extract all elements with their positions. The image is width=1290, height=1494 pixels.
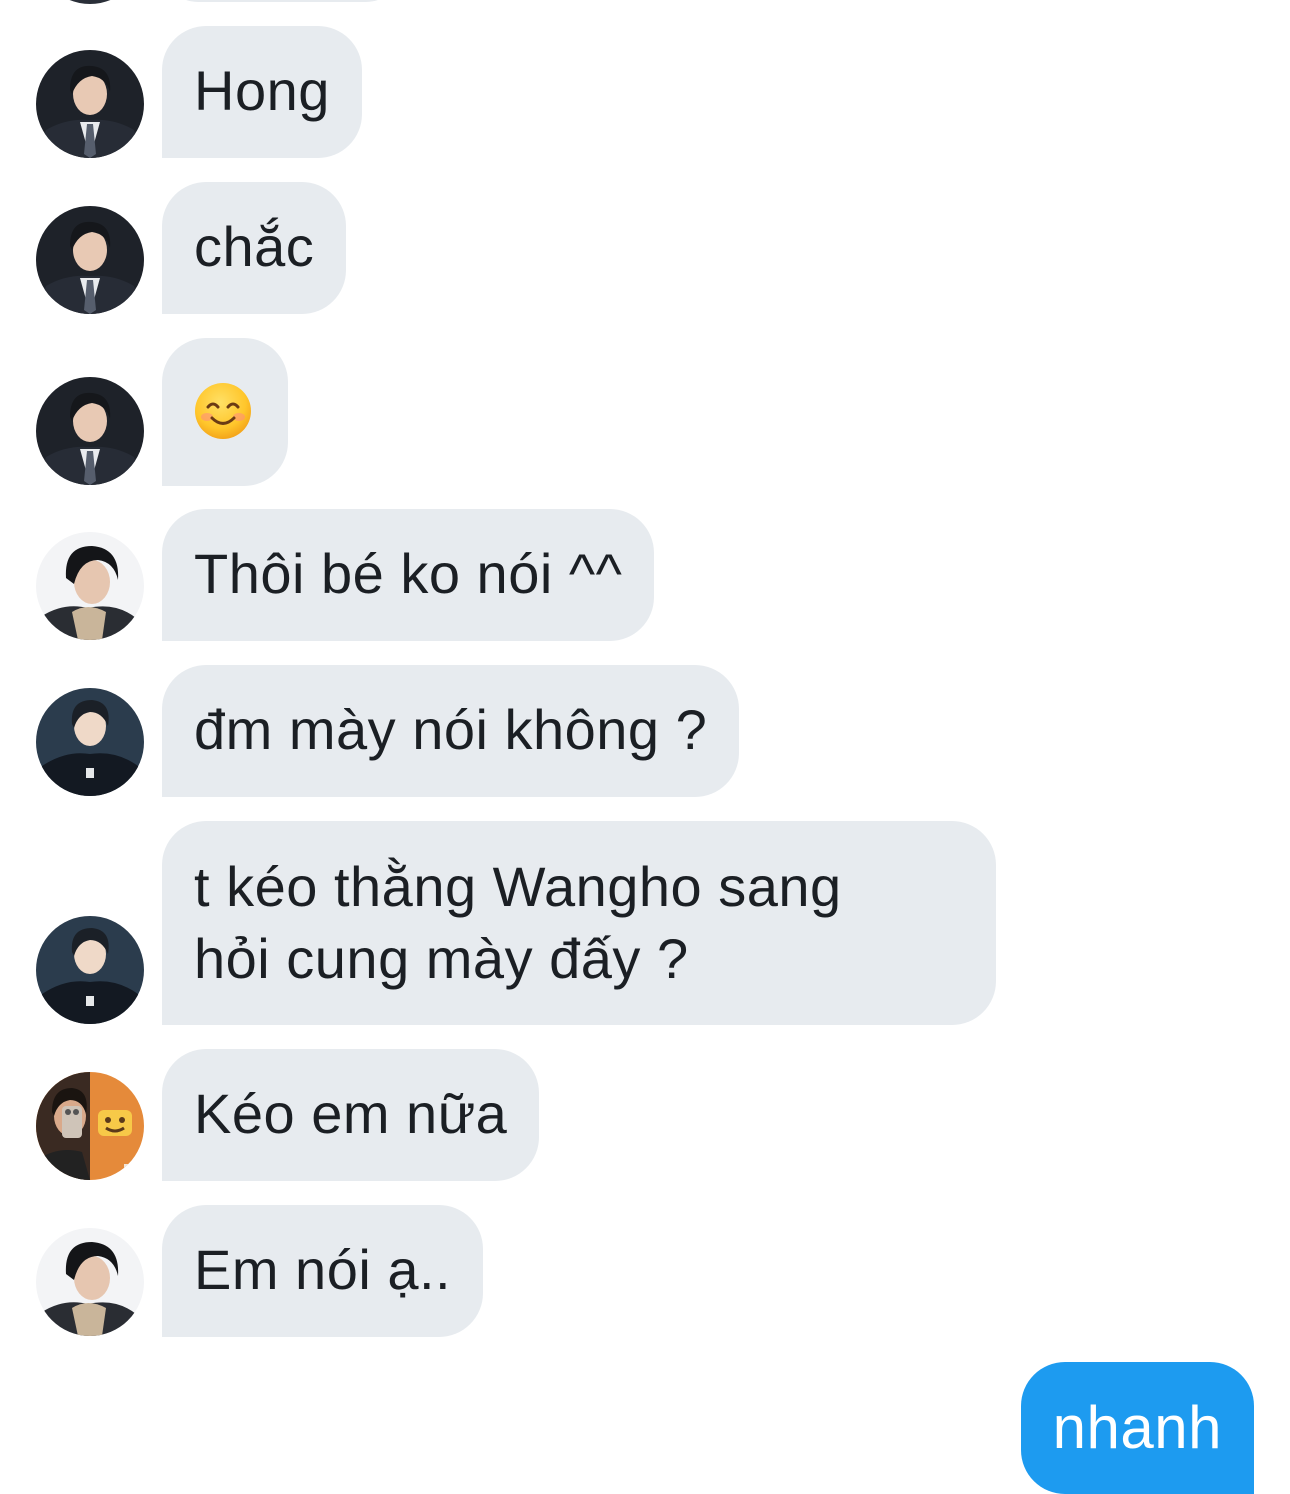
message-thread: Hong chắc Thôi bé ko nói ^^ đm mày nói k… xyxy=(0,0,1290,1494)
avatar-dark-jacket-boy[interactable] xyxy=(36,688,144,796)
avatar-scarf-boy[interactable] xyxy=(36,532,144,640)
message-bubble[interactable]: Em nói ạ.. xyxy=(162,1205,484,1337)
message-bubble[interactable] xyxy=(162,338,288,486)
avatar-mirror-selfie[interactable] xyxy=(36,1072,144,1180)
message-bubble-cropped[interactable] xyxy=(162,0,402,2)
avatar-suit-boy[interactable] xyxy=(36,377,144,485)
message-text: Thôi bé ko nói ^^ xyxy=(194,542,623,605)
avatar-suit-boy[interactable] xyxy=(36,50,144,158)
avatar-scarf-boy[interactable] xyxy=(36,1228,144,1336)
outgoing-message-bubble[interactable]: nhanh xyxy=(1020,1362,1254,1494)
message-text: đm mày nói không ? xyxy=(194,698,708,761)
message-bubble[interactable]: Thôi bé ko nói ^^ xyxy=(162,509,655,641)
message-text: nhanh xyxy=(1052,1394,1222,1461)
message-bubble[interactable]: Hong xyxy=(162,26,362,158)
avatar[interactable] xyxy=(36,0,144,4)
message-bubble[interactable]: chắc xyxy=(162,182,347,314)
avatar-dark-jacket-boy[interactable] xyxy=(36,916,144,1024)
message-bubble[interactable]: đm mày nói không ? xyxy=(162,665,740,797)
smiling-face-emoji xyxy=(195,383,251,439)
message-bubble[interactable]: t kéo thằng Wangho sang hỏi cung mày đấy… xyxy=(162,821,996,1025)
message-bubble[interactable]: Kéo em nữa xyxy=(162,1049,540,1181)
message-text: Hong xyxy=(194,59,330,122)
message-text: chắc xyxy=(194,215,315,278)
avatar-suit-boy[interactable] xyxy=(36,206,144,314)
message-text: Em nói ạ.. xyxy=(194,1238,452,1301)
message-text: Kéo em nữa xyxy=(194,1082,508,1145)
message-text: t kéo thằng Wangho sang hỏi cung mày đấy… xyxy=(194,855,842,990)
